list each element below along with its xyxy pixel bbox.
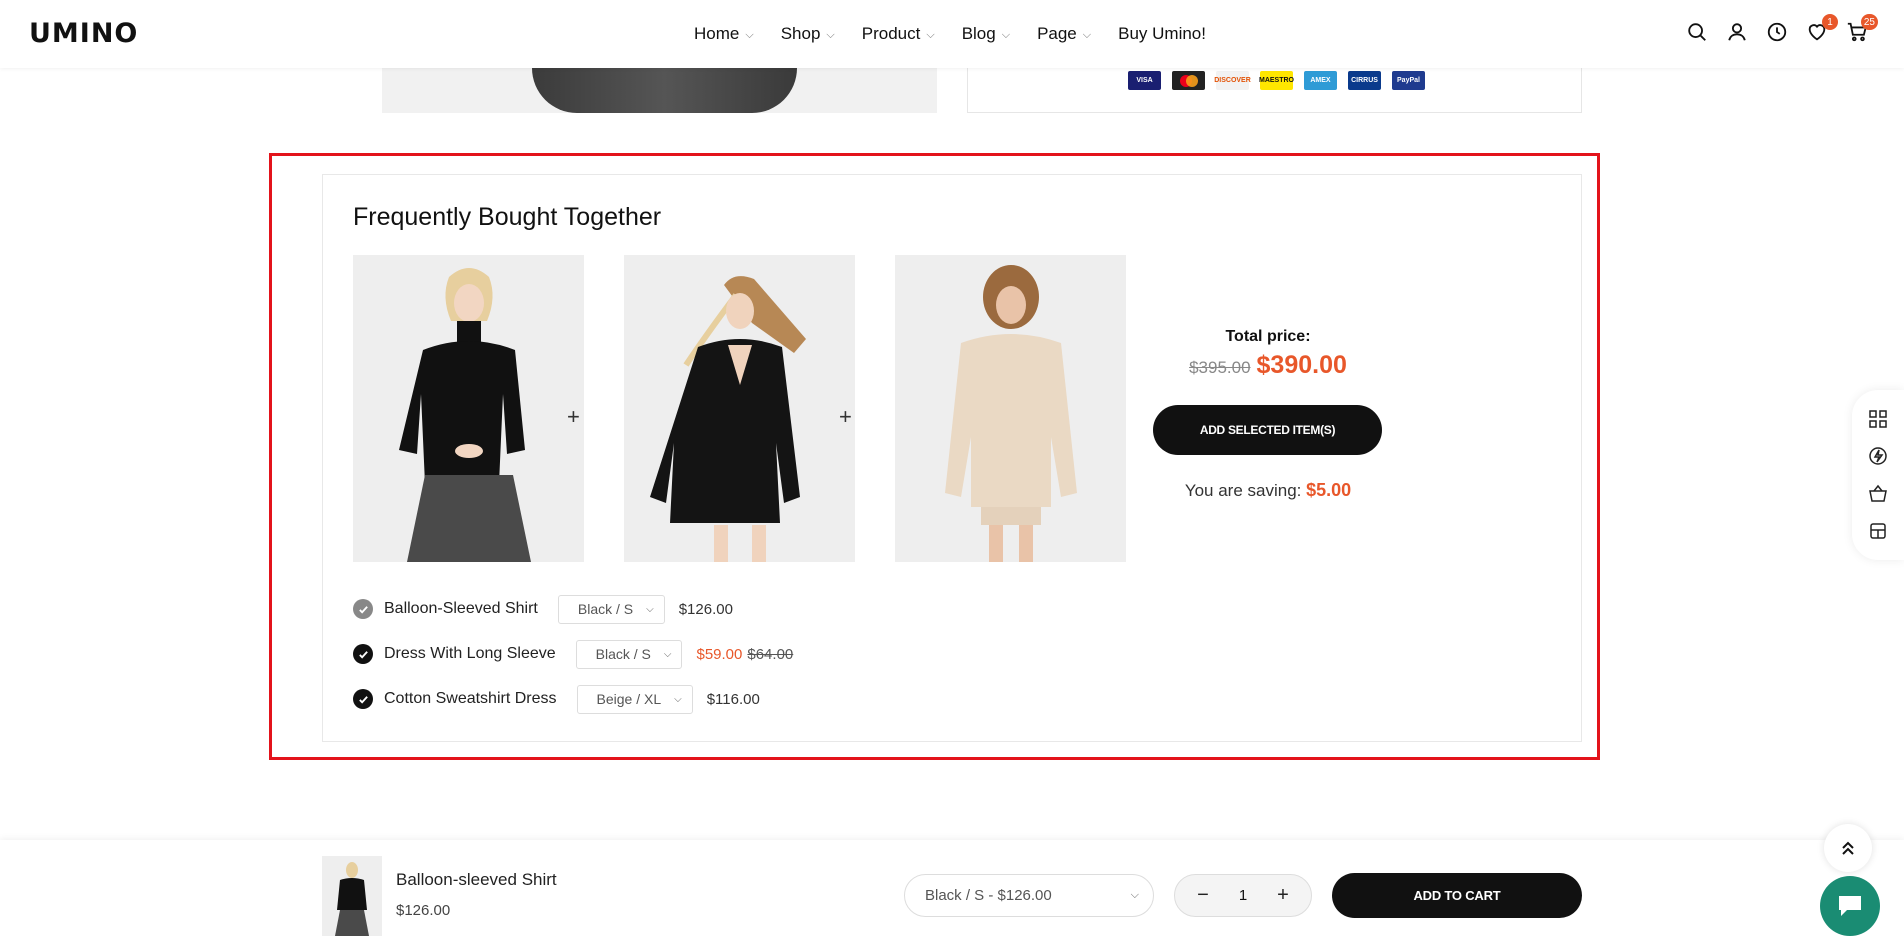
wishlist-heart-icon[interactable]: 1 — [1805, 14, 1838, 43]
chevron-down-icon: ⌵ — [1082, 28, 1092, 41]
nav-shop-label: Shop — [780, 24, 821, 43]
nav-blog[interactable]: Blog ⌵ — [962, 24, 1010, 44]
sticky-variant-select[interactable]: Black / S - $126.00 ⌵ — [904, 874, 1154, 917]
main-nav: Home ⌵ Shop ⌵ Product ⌵ Blog ⌵ Page ⌵ Buy Umi… — [694, 24, 1233, 44]
side-toolbar — [1852, 390, 1904, 560]
back-to-top-button[interactable] — [1824, 824, 1872, 872]
qty-value[interactable]: 1 — [1239, 887, 1247, 904]
nav-blog-label: Blog — [961, 24, 996, 43]
sticky-product-name: Balloon-sleeved Shirt — [396, 870, 557, 889]
cart-count-badge: 25 — [1860, 14, 1878, 30]
nav-product-label: Product — [861, 24, 921, 43]
nav-page[interactable]: Page ⌵ — [1037, 24, 1091, 44]
nav-page-label: Page — [1037, 24, 1077, 43]
chevron-down-icon: ⌵ — [926, 28, 935, 41]
chevron-up-double-icon — [1842, 841, 1854, 855]
payment-icons: VISA DISCOVER MAESTRO AMEX CIRRUS PayPal — [1128, 71, 1425, 90]
chat-bubble-icon — [1839, 896, 1861, 916]
basket-icon[interactable] — [1868, 484, 1888, 504]
search-icon[interactable] — [1685, 20, 1708, 43]
nav-buy-label: Buy Umino! — [1118, 24, 1206, 43]
history-clock-icon[interactable] — [1765, 20, 1788, 43]
discover-icon: DISCOVER — [1214, 71, 1251, 90]
add-to-cart-button[interactable]: ADD TO CART — [1332, 873, 1582, 918]
account-icon[interactable] — [1725, 20, 1748, 43]
chevron-down-icon: ⌵ — [1001, 28, 1011, 41]
nav-buy-umino[interactable]: Buy Umino! — [1118, 24, 1206, 44]
nav-home[interactable]: Home ⌵ — [694, 24, 754, 44]
shop-icon[interactable] — [1868, 521, 1888, 541]
site-header: UMINO Home ⌵ Shop ⌵ Product ⌵ Blog ⌵ Page ⌵ B… — [0, 0, 1904, 68]
increase-qty-button[interactable]: + — [1273, 884, 1293, 907]
grid-icon[interactable] — [1868, 409, 1888, 429]
sticky-product-thumbnail — [322, 856, 382, 936]
quantity-stepper: − 1 + — [1174, 874, 1312, 917]
wishlist-count-badge: 1 — [1822, 14, 1838, 30]
decrease-qty-button[interactable]: − — [1193, 884, 1213, 907]
product-main-image — [382, 68, 937, 113]
chevron-down-icon: ⌵ — [745, 28, 754, 41]
sticky-variant-value: Black / S - $126.00 — [925, 887, 1052, 904]
maestro-icon: MAESTRO — [1259, 71, 1294, 90]
chat-button[interactable] — [1820, 876, 1880, 936]
product-image-garment — [532, 68, 797, 113]
logo[interactable]: UMINO — [29, 18, 138, 49]
flash-icon[interactable] — [1868, 446, 1888, 466]
nav-shop[interactable]: Shop ⌵ — [781, 24, 835, 44]
cirrus-icon: CIRRUS — [1348, 71, 1381, 90]
paypal-icon: PayPal — [1392, 71, 1425, 90]
nav-product[interactable]: Product ⌵ — [862, 24, 935, 44]
sticky-product-price: $126.00 — [396, 902, 451, 919]
cart-icon[interactable]: 25 — [1845, 14, 1878, 43]
sticky-add-to-cart-bar: Balloon-sleeved Shirt $126.00 Black / S … — [0, 840, 1904, 948]
visa-icon: VISA — [1128, 71, 1161, 90]
highlight-outline — [269, 153, 1600, 760]
mastercard-icon — [1172, 71, 1205, 90]
header-icons: 1 25 — [1685, 14, 1878, 43]
chevron-down-icon: ⌵ — [1130, 889, 1139, 901]
amex-icon: AMEX — [1304, 71, 1337, 90]
chevron-down-icon: ⌵ — [826, 28, 835, 41]
nav-home-label: Home — [694, 24, 740, 43]
